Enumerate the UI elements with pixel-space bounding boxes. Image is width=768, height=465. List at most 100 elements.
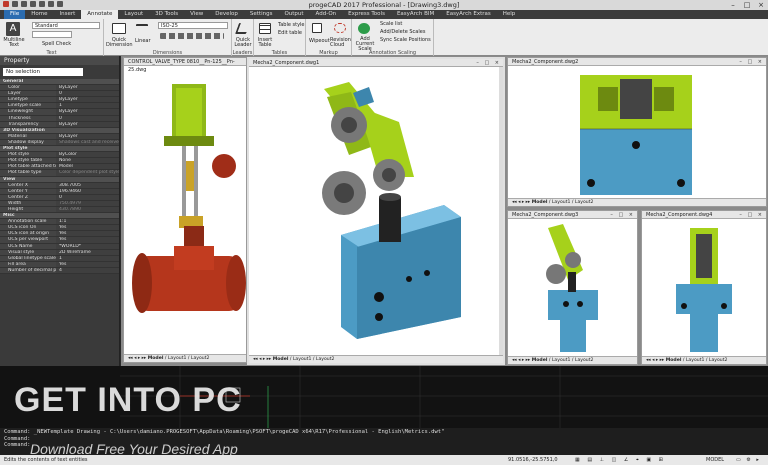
status-tray-icons[interactable]: ▭ ⚙ ▸ <box>736 455 761 465</box>
quick-leader-button[interactable]: Quick Leader <box>233 38 253 48</box>
property-value[interactable]: ByLayer <box>56 97 119 103</box>
add-delete-scales-button[interactable]: Add/Delete Scales <box>380 29 425 35</box>
property-value[interactable]: 0 <box>56 194 119 200</box>
property-value[interactable]: ByColor <box>56 152 119 158</box>
tab-add-on[interactable]: Add-On <box>310 10 343 19</box>
property-value[interactable]: Yes <box>56 261 119 267</box>
tab-layout1[interactable]: Layout1 <box>293 357 312 362</box>
quick-leader-icon[interactable] <box>234 23 251 34</box>
viewport-scrollbar[interactable] <box>499 67 503 355</box>
linear-icon[interactable] <box>136 24 148 33</box>
property-value[interactable]: ByLayer <box>56 85 119 91</box>
revision-cloud-button[interactable]: Revision Cloud <box>330 38 352 48</box>
multiline-text-icon[interactable]: A <box>6 22 20 36</box>
tab-insert[interactable]: Insert <box>53 10 81 19</box>
tab-express-tools[interactable]: Express Tools <box>342 10 391 19</box>
wipeout-button[interactable]: Wipeout <box>309 38 330 44</box>
tab-model[interactable]: Model <box>532 358 548 363</box>
viewport-mecha-4[interactable]: Mecha2_Component.dwg4 – □ × ◂◂ ◂ ▸ ▸▸ Mo… <box>641 210 767 365</box>
insert-table-button[interactable]: Insert Table <box>256 38 274 48</box>
property-value[interactable]: ByLayer <box>56 109 119 115</box>
text-height-select[interactable] <box>32 31 72 38</box>
wipeout-icon[interactable] <box>312 23 322 33</box>
property-value[interactable]: Yes <box>56 237 119 243</box>
tab-annotate[interactable]: Annotate <box>81 10 119 19</box>
selection-dropdown[interactable]: No selection <box>3 68 83 76</box>
linear-button[interactable]: Linear <box>135 38 151 44</box>
viewport-control-valve[interactable]: CONTROL_VALVE_TYPE 0810__Pn-125__Pn-25.d… <box>123 57 247 363</box>
text-style-select[interactable]: Standard <box>32 22 100 29</box>
edit-table-button[interactable]: Edit table <box>278 30 302 36</box>
property-value[interactable]: 0 <box>56 91 119 97</box>
spell-check-button[interactable]: Spell Check <box>42 41 71 47</box>
property-value[interactable]: *WORLD* <box>56 243 119 249</box>
tab-model[interactable]: Model <box>532 200 548 205</box>
property-value[interactable]: 196.9460 <box>56 188 119 194</box>
tab-layout1[interactable]: Layout1 <box>552 358 571 363</box>
tab-easyarch-extras[interactable]: EasyArch Extras <box>440 10 497 19</box>
tab-3d-tools[interactable]: 3D Tools <box>149 10 184 19</box>
tab-model[interactable]: Model <box>148 356 164 361</box>
property-value[interactable]: 1:1 <box>56 219 119 225</box>
property-value[interactable]: 2D Wireframe <box>56 249 119 255</box>
tab-layout1[interactable]: Layout1 <box>686 358 705 363</box>
property-value[interactable]: Shadows cast and receive <box>56 139 119 146</box>
property-value[interactable]: 1 <box>56 255 119 261</box>
quick-dimension-icon[interactable] <box>112 23 126 34</box>
dim-style-select[interactable]: ISO-25 <box>158 22 228 29</box>
insert-table-icon[interactable] <box>259 23 271 34</box>
tab-layout1[interactable]: Layout1 <box>168 356 187 361</box>
quick-dimension-button[interactable]: Quick Dimension <box>106 38 133 48</box>
property-value[interactable]: Color dependent plot style <box>56 170 119 176</box>
property-value[interactable]: 308.7005 <box>56 182 119 188</box>
viewport-window-controls[interactable]: – □ × <box>476 60 501 66</box>
viewport-mecha-1[interactable]: Mecha2_Component.dwg1 – □ × ◂◂ ◂ ▸ ▸▸ Mo… <box>247 57 505 365</box>
tab-layout2[interactable]: Layout2 <box>316 357 335 362</box>
table-style-button[interactable]: Table style <box>278 22 305 28</box>
property-value[interactable]: 430.7890 <box>56 206 119 213</box>
property-value[interactable]: ByLayer <box>56 121 119 127</box>
property-value[interactable]: ByLayer <box>56 133 119 139</box>
tab-view[interactable]: View <box>184 10 209 19</box>
multiline-text-button[interactable]: Multiline Text <box>2 38 26 48</box>
tab-model[interactable]: Model <box>666 358 682 363</box>
tab-home[interactable]: Home <box>25 10 53 19</box>
revision-cloud-icon[interactable] <box>334 23 346 33</box>
viewport-window-controls[interactable]: – □ × <box>610 212 635 218</box>
close-button[interactable]: × <box>754 0 768 10</box>
tab-model[interactable]: Model <box>273 357 289 362</box>
model-toggle[interactable]: MODEL <box>706 455 724 465</box>
add-current-scale-icon[interactable] <box>358 23 370 34</box>
tab-file[interactable]: File <box>4 10 26 19</box>
dimension-tools-icon[interactable] <box>160 33 224 39</box>
property-value[interactable]: 4 <box>56 267 119 273</box>
tab-layout[interactable]: Layout <box>118 10 149 19</box>
tab-layout2[interactable]: Layout2 <box>191 356 210 361</box>
property-value[interactable]: Yes <box>56 225 119 231</box>
property-value[interactable]: None <box>56 158 119 164</box>
status-toggles[interactable]: ▦ ▤ ⊥ ◫ ∠ ⌖ ▣ ⊞ <box>575 455 666 465</box>
viewport-mecha-2[interactable]: Mecha2_Component.dwg2 – □ × ◂◂ ◂ ▸ ▸▸ Mo… <box>507 57 767 207</box>
tab-help[interactable]: Help <box>497 10 522 19</box>
property-value[interactable]: 0 <box>56 115 119 121</box>
scale-list-button[interactable]: Scale list <box>380 21 402 27</box>
sync-scale-positions-button[interactable]: Sync Scale Positions <box>380 37 431 43</box>
maximize-button[interactable]: □ <box>740 0 754 10</box>
property-value[interactable]: Model <box>56 164 119 170</box>
tab-layout2[interactable]: Layout2 <box>709 358 728 363</box>
property-row[interactable]: Number of decimal places4 <box>0 267 119 274</box>
property-value[interactable]: Yes <box>56 231 119 237</box>
tab-layout2[interactable]: Layout2 <box>575 358 594 363</box>
property-value[interactable]: 750.4979 <box>56 200 119 206</box>
viewport-mecha-3[interactable]: Mecha2_Component.dwg3 – □ × ◂◂ ◂ ▸ ▸▸ Mo… <box>507 210 638 365</box>
viewport-window-controls[interactable]: – □ × <box>739 59 764 65</box>
property-value[interactable]: 1 <box>56 103 119 109</box>
tab-settings[interactable]: Settings <box>244 10 279 19</box>
viewport-window-controls[interactable]: – □ × <box>739 212 764 218</box>
minimize-button[interactable]: – <box>726 0 740 10</box>
tab-layout1[interactable]: Layout1 <box>552 200 571 205</box>
tab-layout2[interactable]: Layout2 <box>575 200 594 205</box>
tab-easyarch-bim[interactable]: EasyArch BIM <box>391 10 440 19</box>
tab-develop[interactable]: Develop <box>209 10 244 19</box>
tab-output[interactable]: Output <box>278 10 309 19</box>
